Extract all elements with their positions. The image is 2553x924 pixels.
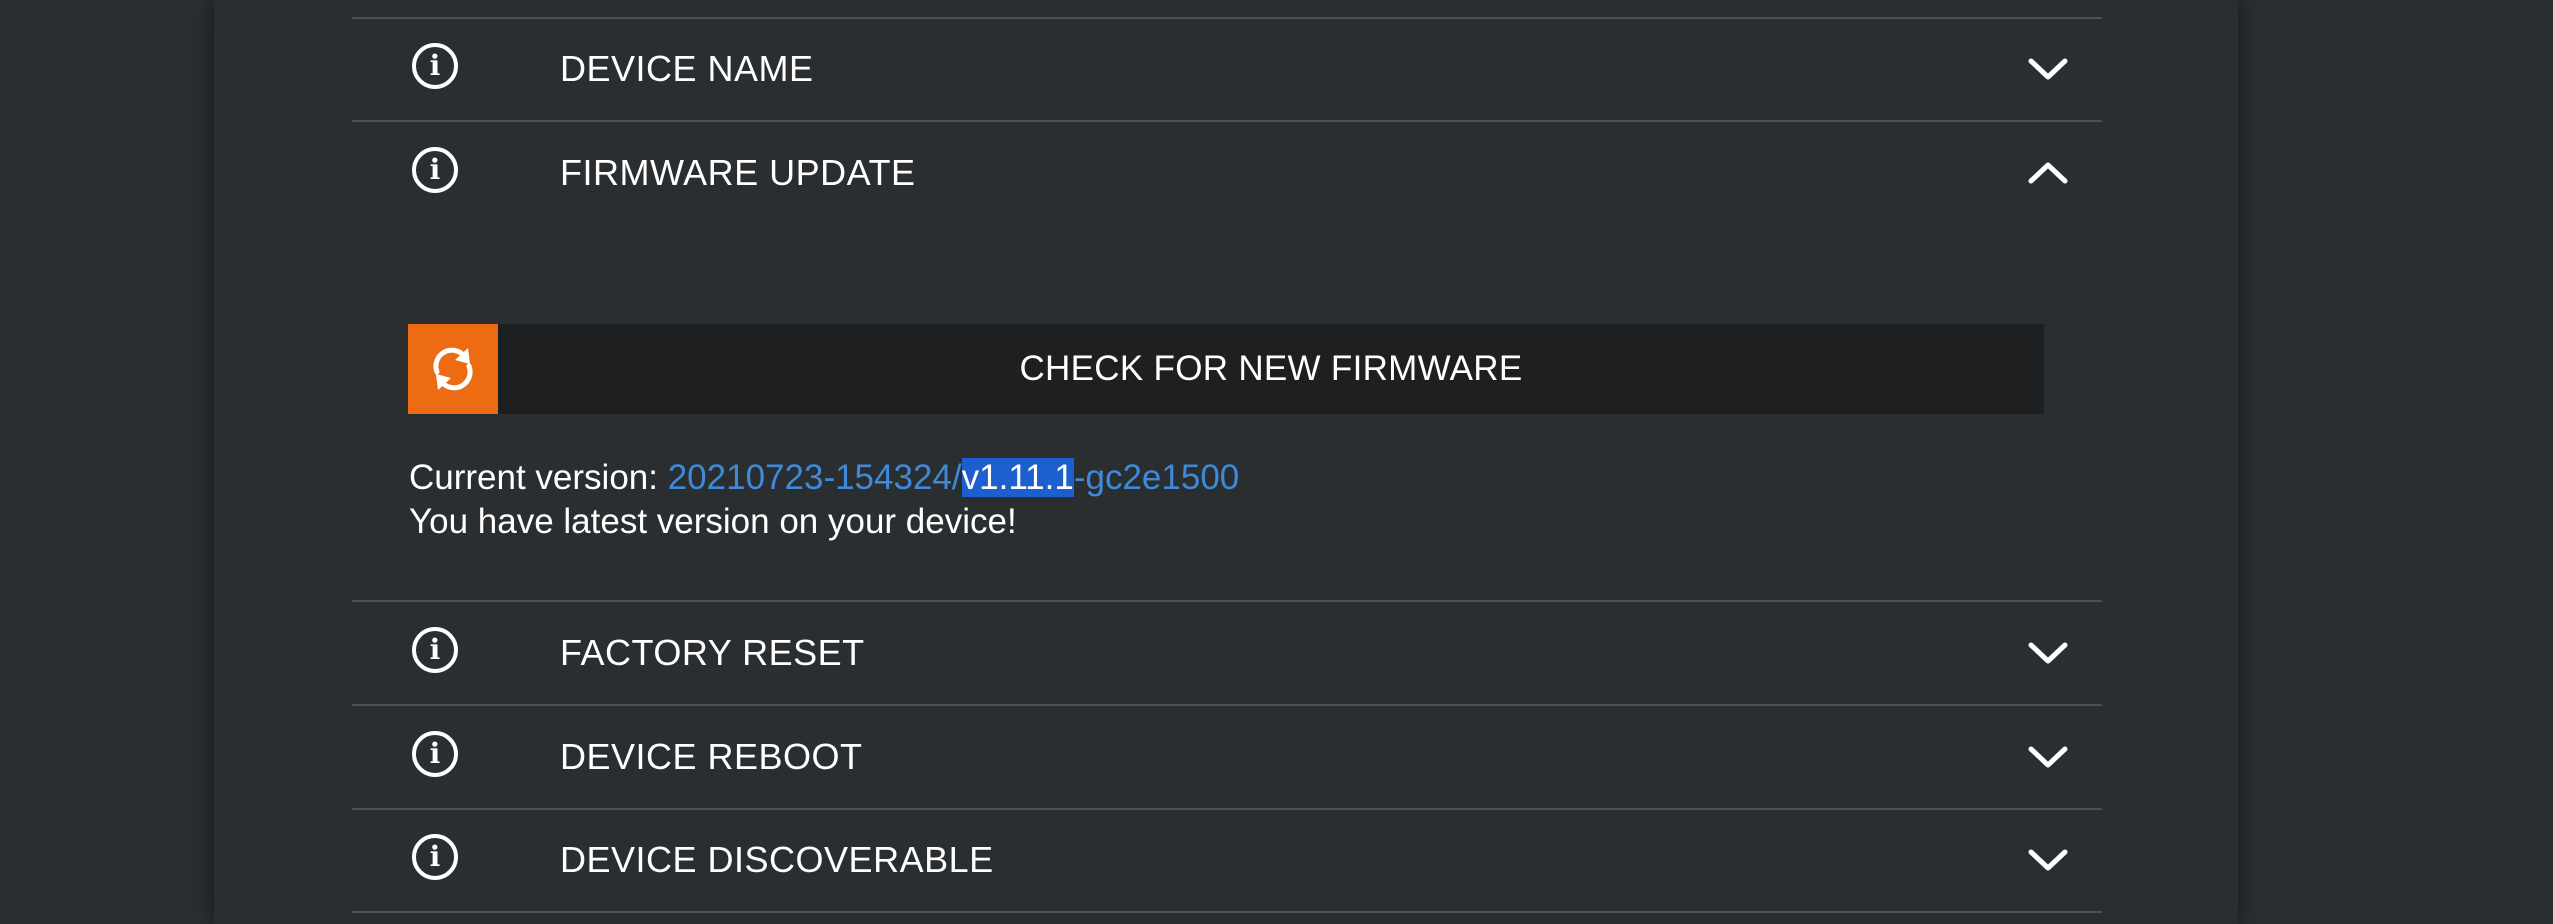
section-device-discoverable[interactable]: i DEVICE DISCOVERABLE — [352, 809, 2102, 911]
version-suffix: -gc2e1500 — [1073, 458, 1240, 497]
version-link[interactable]: 20210723-154324/v1.11.1-gc2e1500 — [667, 458, 1240, 497]
info-icon[interactable]: i — [412, 627, 458, 673]
section-device-reboot[interactable]: i DEVICE REBOOT — [352, 706, 2102, 808]
info-icon[interactable]: i — [412, 834, 458, 880]
divider — [352, 911, 2102, 913]
section-firmware-update[interactable]: i FIRMWARE UPDATE — [352, 122, 2102, 224]
chevron-down-icon[interactable] — [2027, 632, 2069, 674]
chevron-up-icon[interactable] — [2027, 152, 2069, 194]
section-label: FIRMWARE UPDATE — [560, 152, 916, 193]
check-firmware-label: CHECK FOR NEW FIRMWARE — [1019, 349, 1523, 388]
chevron-down-icon[interactable] — [2027, 48, 2069, 90]
info-icon[interactable]: i — [412, 731, 458, 777]
firmware-status-message: You have latest version on your device! — [409, 502, 1017, 541]
chevron-down-icon[interactable] — [2027, 839, 2069, 881]
section-factory-reset[interactable]: i FACTORY RESET — [352, 602, 2102, 704]
section-label: DEVICE REBOOT — [560, 736, 863, 777]
section-label: DEVICE NAME — [560, 48, 814, 89]
current-version-line: Current version: 20210723-154324/v1.11.1… — [409, 458, 1239, 498]
version-selected-text: v1.11.1 — [961, 458, 1074, 497]
section-label: FACTORY RESET — [560, 632, 865, 673]
section-device-name[interactable]: i DEVICE NAME — [352, 18, 2102, 120]
info-icon[interactable]: i — [412, 147, 458, 193]
chevron-down-icon[interactable] — [2027, 736, 2069, 778]
check-firmware-button[interactable]: CHECK FOR NEW FIRMWARE — [408, 324, 2044, 414]
refresh-icon-box — [408, 324, 498, 414]
section-label: DEVICE DISCOVERABLE — [560, 839, 994, 880]
info-icon[interactable]: i — [412, 43, 458, 89]
refresh-icon — [433, 347, 473, 391]
version-prefix: 20210723-154324/ — [667, 458, 962, 497]
current-version-label: Current version: — [409, 458, 668, 497]
